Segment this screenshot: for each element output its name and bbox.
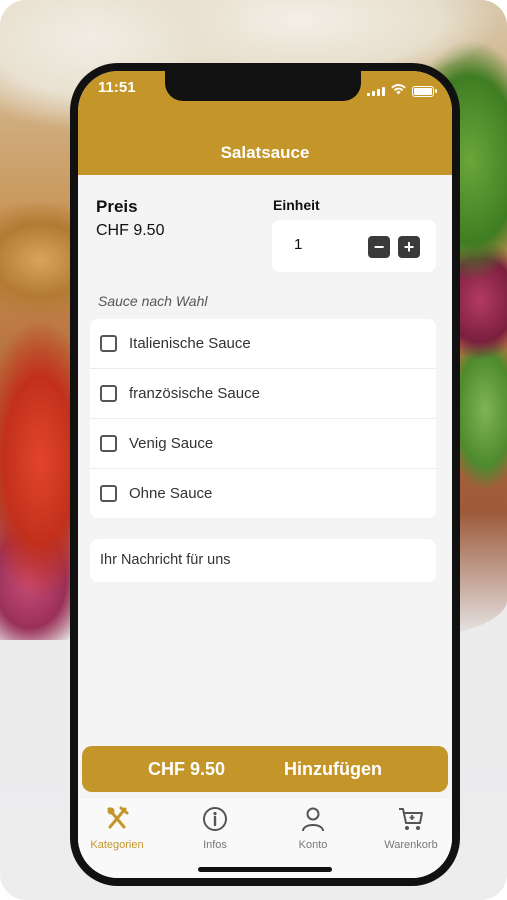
quantity-stepper: 1 − + [272,220,436,272]
phone-notch [165,71,361,101]
checkbox[interactable] [100,435,117,452]
sauce-option-label: Italienische Sauce [129,335,251,352]
checkbox[interactable] [100,335,117,352]
checkbox[interactable] [100,385,117,402]
page-title: Salatsauce [220,143,310,162]
add-button-price: CHF 9.50 [148,759,226,779]
fork-knife-icon [78,805,162,833]
tab-label: Infos [203,839,227,851]
tab-label: Kategorien [90,839,144,851]
sauce-option-venig[interactable]: Venig Sauce [90,419,436,469]
sauce-section-label: Sauce nach Wahl [98,293,208,309]
sauce-option-label: französische Sauce [129,385,260,402]
tab-infos[interactable]: Infos [170,805,260,851]
unit-label: Einheit [273,197,320,213]
wifi-icon [391,82,406,100]
info-icon [170,805,260,833]
price-value: CHF 9.50 [96,222,165,239]
status-icons [367,82,437,100]
price-label: Preis [96,197,138,216]
battery-icon [412,85,437,97]
user-icon [268,805,358,833]
app-screen: 11:51 Salatsauce Preis CHF 9.50 Einheit … [78,71,452,878]
sauce-options-list: Italienische Sauce französische Sauce Ve… [90,319,436,518]
quantity-value: 1 [294,236,303,253]
add-button-label: Hinzufügen [284,759,382,779]
sauce-option-italienische[interactable]: Italienische Sauce [90,319,436,369]
sauce-option-label: Ohne Sauce [129,485,213,502]
tab-konto[interactable]: Konto [268,805,358,851]
product-content: Preis CHF 9.50 Einheit 1 − + Sauce nach … [78,175,452,735]
tab-label: Warenkorb [384,839,438,851]
add-to-cart-button[interactable]: CHF 9.50 Hinzufügen [82,746,448,792]
increase-quantity-button[interactable]: + [398,236,420,258]
status-time: 11:51 [98,79,136,96]
cart-icon [366,805,452,833]
checkbox[interactable] [100,485,117,502]
sauce-option-ohne[interactable]: Ohne Sauce [90,469,436,518]
tab-label: Konto [298,839,328,851]
sauce-option-label: Venig Sauce [129,435,214,452]
sauce-option-franzoesische[interactable]: französische Sauce [90,369,436,419]
tab-warenkorb[interactable]: Warenkorb [366,805,452,851]
message-input[interactable]: Ihr Nachricht für uns [90,539,436,582]
home-indicator [198,867,332,872]
tab-kategorien[interactable]: Kategorien [78,805,162,851]
decrease-quantity-button[interactable]: − [368,236,390,258]
phone-frame: 11:51 Salatsauce Preis CHF 9.50 Einheit … [70,63,460,886]
signal-icon [367,86,385,96]
